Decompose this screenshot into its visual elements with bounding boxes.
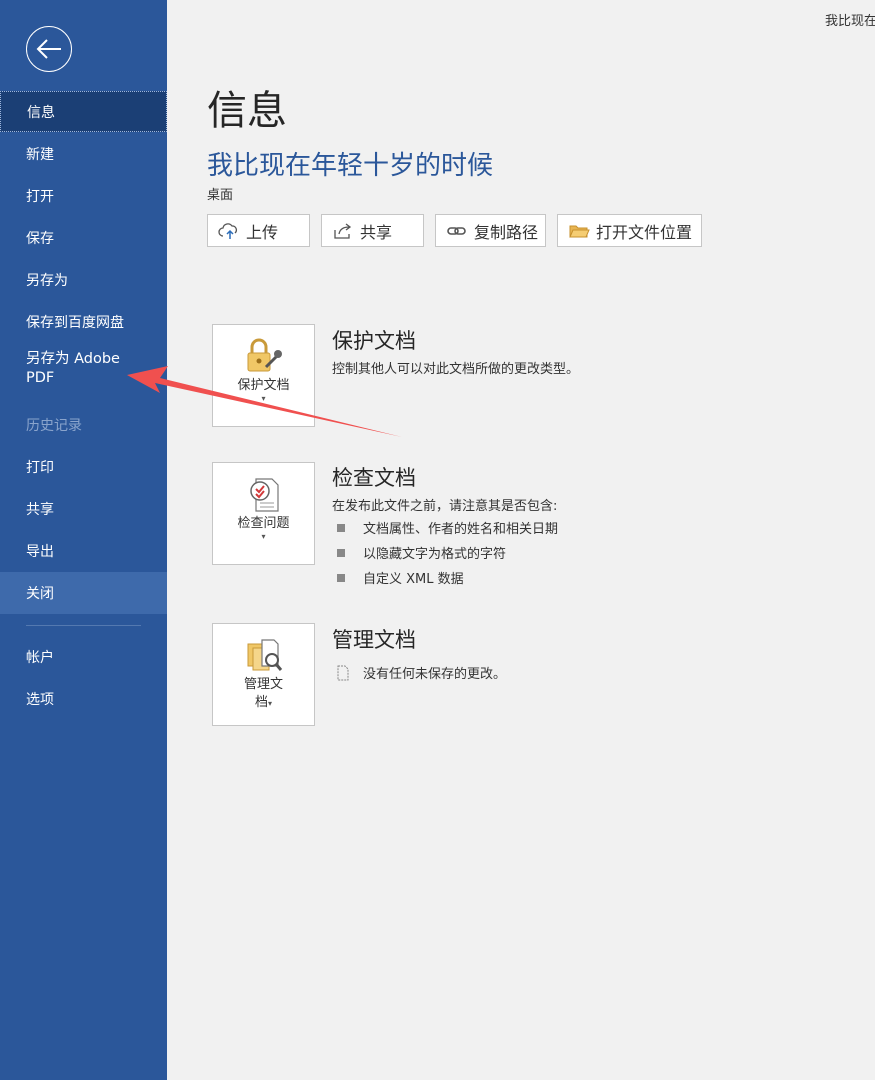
manage-document-icon [244, 636, 284, 674]
check-issues-button[interactable]: 检查问题 ▾ [212, 462, 315, 565]
list-item-text: 以隐藏文字为格式的字符 [363, 547, 507, 562]
manage-document-button[interactable]: 管理文 档▾ [212, 623, 315, 726]
inspect-section-title: 检查文档 [332, 466, 416, 490]
protect-document-button-label: 保护文档 [237, 378, 290, 393]
nav-item-save-as-pdf[interactable]: 另存为 Adobe PDF [0, 350, 167, 396]
nav-item-label: 另存为 [26, 273, 68, 289]
nav-item-label: 另存为 Adobe PDF [26, 351, 120, 386]
nav-item-export[interactable]: 导出 [0, 530, 167, 572]
nav-item-account[interactable]: 帐户 [0, 636, 167, 678]
bullet-icon [337, 523, 345, 532]
manage-document-button-label: 管理文 档▾ [244, 676, 283, 712]
nav-item-label: 信息 [27, 104, 55, 121]
manage-section-title: 管理文档 [332, 628, 416, 652]
protect-section-title: 保护文档 [332, 329, 416, 353]
nav-item-label: 打印 [26, 460, 54, 476]
open-file-location-button[interactable]: 打开文件位置 [557, 214, 702, 247]
inspect-document-icon [244, 475, 284, 513]
nav-item-label: 导出 [26, 544, 54, 560]
list-item-text: 自定义 XML 数据 [363, 572, 464, 587]
bullet-icon [337, 548, 345, 557]
cloud-upload-icon [218, 222, 240, 240]
nav-item-options[interactable]: 选项 [0, 678, 167, 720]
nav-item-label: 历史记录 [26, 418, 82, 434]
nav-item-label: 打开 [26, 189, 54, 205]
nav-item-close[interactable]: 关闭 [0, 572, 167, 614]
share-icon [332, 222, 354, 240]
sidebar-divider [26, 625, 141, 626]
nav-item-save-to-baidu[interactable]: 保存到百度网盘 [0, 301, 167, 343]
back-button[interactable] [26, 26, 72, 72]
backstage-sidebar: 信息 新建 打开 保存 另存为 保存到百度网盘 另存为 Adobe PDF 历史… [0, 0, 167, 1080]
nav-item-share[interactable]: 共享 [0, 488, 167, 530]
page-title: 信息 [207, 88, 287, 134]
nav-item-save[interactable]: 保存 [0, 217, 167, 259]
lock-key-icon [244, 337, 284, 375]
check-issues-button-label: 检查问题 [237, 516, 290, 531]
protect-document-button[interactable]: 保护文档 ▾ [212, 324, 315, 427]
copy-path-button[interactable]: 复制路径 [435, 214, 546, 247]
nav-item-print[interactable]: 打印 [0, 446, 167, 488]
window-title: 我比现在 [825, 14, 875, 29]
chevron-down-icon: ▾ [267, 699, 272, 708]
nav-item-label: 保存到百度网盘 [26, 315, 124, 331]
inspect-section-description: 在发布此文件之前，请注意其是否包含: [332, 499, 558, 514]
open-file-location-label: 打开文件位置 [596, 222, 693, 242]
upload-button[interactable]: 上传 [207, 214, 310, 247]
nav-item-info[interactable]: 信息 [0, 91, 167, 132]
upload-label: 上传 [246, 222, 279, 242]
nav-item-new[interactable]: 新建 [0, 133, 167, 175]
nav-item-label: 保存 [26, 231, 54, 247]
bullet-icon [337, 573, 345, 582]
chevron-down-icon: ▾ [261, 394, 266, 403]
share-button[interactable]: 共享 [321, 214, 424, 247]
link-icon [446, 222, 468, 240]
copy-path-label: 复制路径 [474, 222, 539, 242]
nav-item-history: 历史记录 [0, 404, 167, 446]
list-item: 文档属性、作者的姓名和相关日期 [337, 518, 558, 537]
manage-label-line1: 管理文 [243, 677, 283, 692]
nav-item-open[interactable]: 打开 [0, 175, 167, 217]
folder-icon [568, 222, 590, 240]
document-location: 桌面 [207, 188, 234, 203]
nav-item-label: 帐户 [26, 650, 54, 666]
protect-section-description: 控制其他人可以对此文档所做的更改类型。 [332, 362, 580, 377]
back-arrow-icon [36, 39, 61, 59]
list-item-text: 文档属性、作者的姓名和相关日期 [363, 522, 559, 537]
chevron-down-icon: ▾ [261, 532, 266, 541]
list-item: 自定义 XML 数据 [337, 568, 464, 587]
manage-description-text: 没有任何未保存的更改。 [363, 667, 507, 682]
manage-section-description: 没有任何未保存的更改。 [336, 663, 506, 682]
manage-label-line2: 档 [254, 695, 268, 710]
nav-item-label: 新建 [26, 147, 54, 163]
share-label: 共享 [360, 222, 393, 242]
nav-item-save-as[interactable]: 另存为 [0, 259, 167, 301]
document-icon [337, 665, 349, 680]
nav-item-label: 共享 [26, 502, 54, 518]
nav-item-label: 关闭 [26, 586, 54, 602]
nav-item-label: 选项 [26, 692, 54, 708]
document-title: 我比现在年轻十岁的时候 [207, 151, 494, 181]
list-item: 以隐藏文字为格式的字符 [337, 543, 506, 562]
